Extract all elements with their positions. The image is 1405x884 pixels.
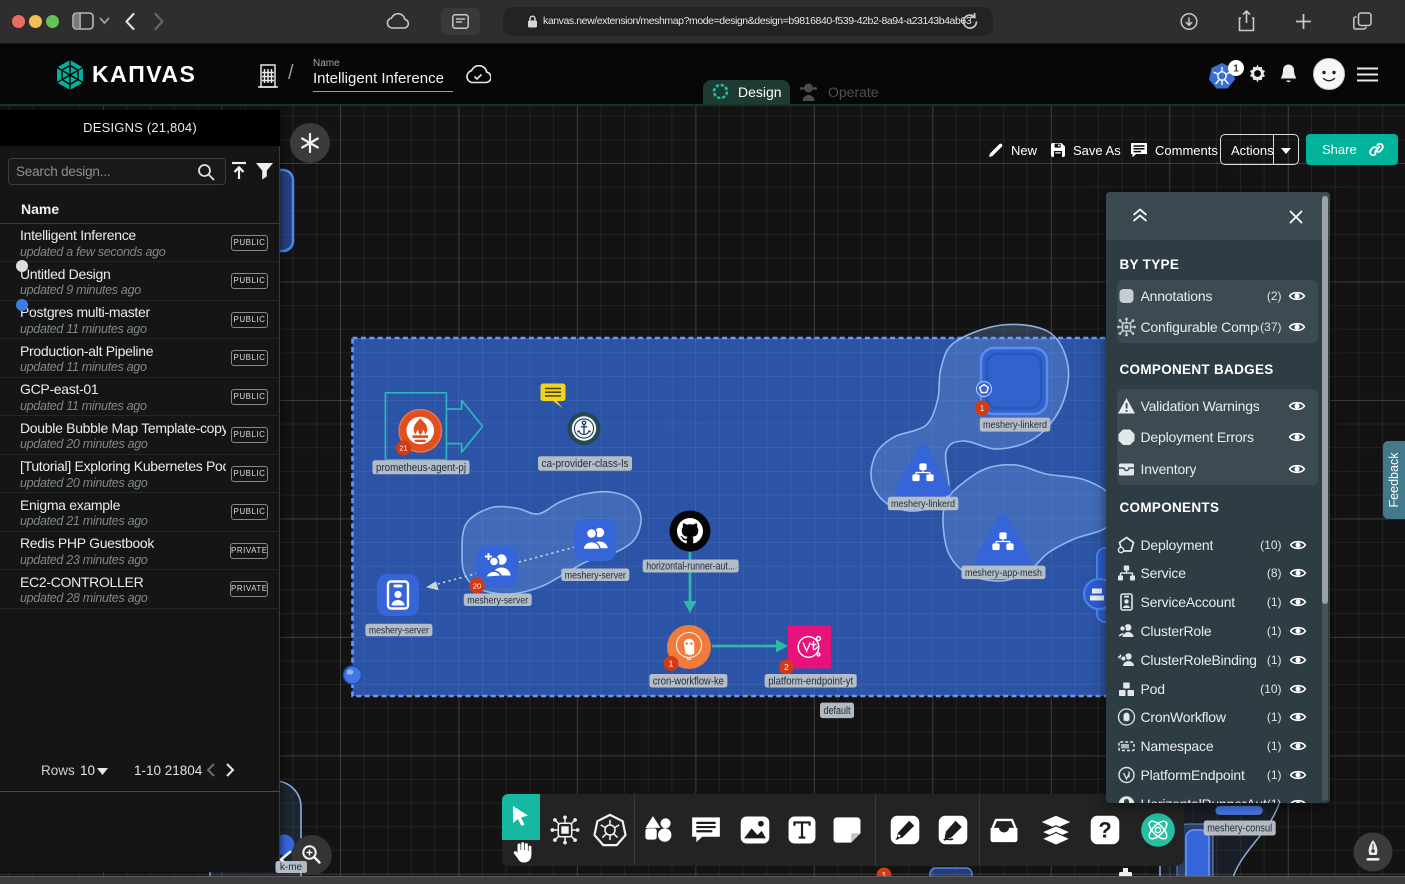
svg-text:1: 1 [1233,64,1239,75]
svg-text:?: ? [1098,818,1111,843]
